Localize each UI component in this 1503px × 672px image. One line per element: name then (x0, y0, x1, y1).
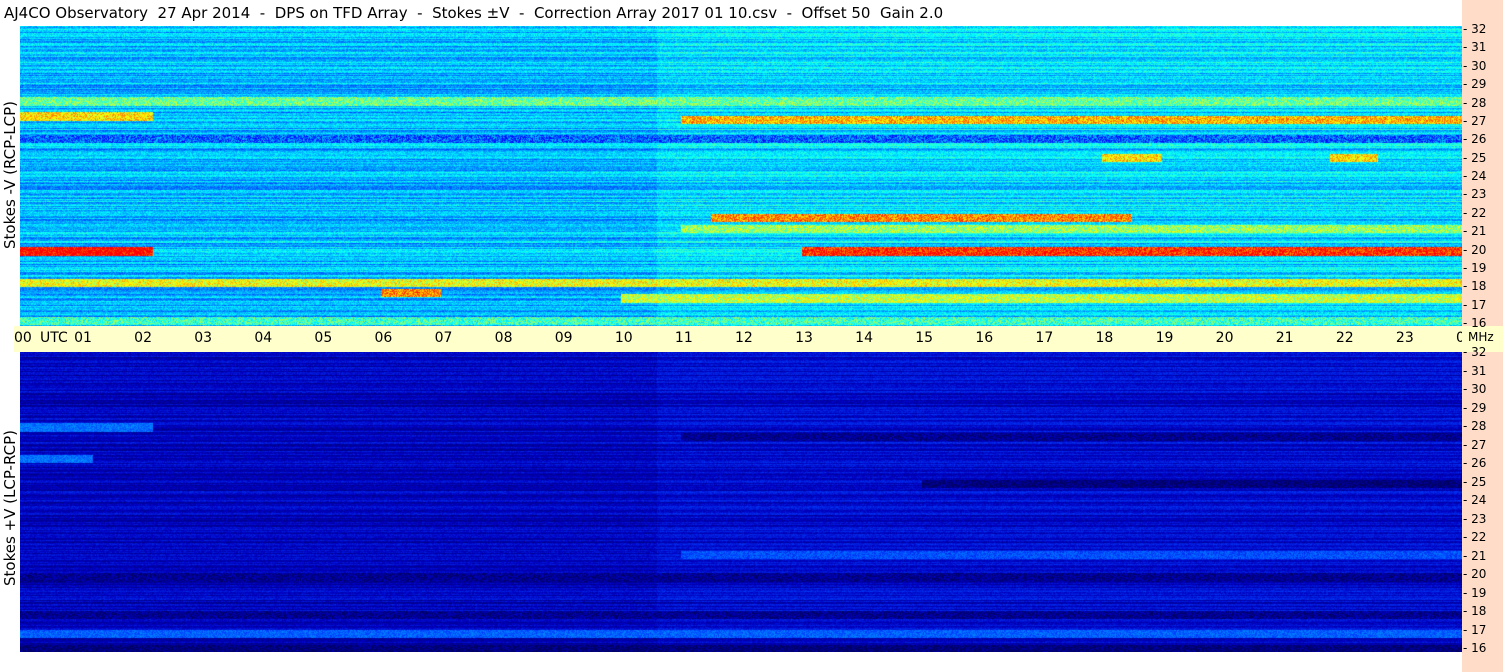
utc-time-axis: 00 01 02 03 04 05 06 07 08 09 10 11 12 13 14 15 16 17 18 19… (14, 326, 1474, 352)
utc-hour-label: 20 (1215, 330, 1234, 346)
utc-hour-label: 01 (74, 330, 92, 346)
utc-hour-label: 12 (735, 330, 753, 346)
utc-hour-label: 02 (134, 330, 152, 346)
top-mhz-tick: - 25 (1463, 150, 1487, 165)
top-mhz-tick: - 16 (1463, 316, 1487, 330)
top-mhz-tick: - 17 (1463, 297, 1487, 312)
top-mhz-tick: - 28 (1463, 95, 1487, 110)
bottom-mhz-tick: - 19 (1463, 585, 1487, 600)
utc-hour-label: 07 (434, 330, 453, 346)
bottom-mhz-tick: - 18 (1463, 604, 1487, 618)
utc-hour-label: 21 (1275, 330, 1294, 346)
bottom-mhz-tick: - 17 (1463, 622, 1487, 637)
top-mhz-tick: - 23 (1463, 187, 1487, 202)
top-panel-ylabel: Stokes -V (RCP-LCP) (1, 101, 19, 249)
utc-hour-label: 23 (1395, 330, 1414, 346)
bottom-mhz-tick: - 23 (1463, 511, 1487, 526)
bottom-mhz-tick: - 29 (1463, 400, 1487, 415)
top-mhz-tick: - 18 (1463, 279, 1487, 294)
utc-hour-label: 17 (1035, 330, 1054, 346)
top-mhz-tick: - 21 (1463, 224, 1487, 239)
bottom-mhz-tick: - 25 (1463, 474, 1487, 489)
bottom-mhz-tick: - 26 (1463, 456, 1487, 470)
bottom-mhz-tick: - 21 (1463, 548, 1487, 563)
utc-hour-label: 15 (915, 330, 934, 346)
utc-hour-label: 18 (1095, 330, 1114, 346)
top-mhz-tick: - 27 (1463, 113, 1487, 128)
bottom-mhz-tick: - 27 (1463, 437, 1487, 452)
bottom-mhz-tick: - 30 (1463, 382, 1487, 396)
utc-hour-label: 05 (314, 330, 333, 346)
chart-title: AJ4CO Observatory 27 Apr 2014 - DPS on T… (4, 4, 944, 22)
top-mhz-tick: - 26 (1463, 132, 1487, 147)
top-mhz-tick: - 19 (1463, 260, 1487, 275)
utc-hour-label: 09 (554, 330, 573, 346)
utc-hour-label: 04 (254, 330, 273, 346)
bottom-mhz-tick: - 22 (1463, 530, 1487, 544)
top-mhz-tick: - 29 (1463, 77, 1487, 92)
utc-hour-label: 22 (1335, 330, 1354, 346)
utc-hour-label: 08 (494, 330, 513, 346)
mhz-unit-label: MHz (1468, 330, 1494, 344)
utc-hour-label: 19 (1155, 330, 1174, 346)
bottom-mhz-tick: - 24 (1463, 493, 1487, 507)
stokes-plus-v-spectrogram (20, 352, 1462, 652)
bottom-mhz-tick: - 31 (1463, 363, 1487, 378)
top-mhz-tick: - 32 (1463, 22, 1487, 36)
utc-hour-label: 11 (674, 330, 693, 346)
bottom-margin (0, 652, 1462, 672)
utc-hour-label: 14 (855, 330, 873, 346)
top-mhz-tick: - 24 (1463, 169, 1487, 183)
bottom-panel-ylabel: Stokes +V (LCP-RCP) (1, 430, 19, 586)
bottom-mhz-tick: - 32 (1463, 345, 1487, 359)
bottom-mhz-tick: - 28 (1463, 419, 1487, 433)
utc-hour-label: 03 (194, 330, 213, 346)
top-mhz-tick: - 30 (1463, 58, 1487, 73)
top-mhz-tick: - 22 (1463, 205, 1487, 220)
bottom-mhz-tick: - 16 (1463, 641, 1487, 655)
utc-hour-label: 10 (614, 330, 633, 346)
bottom-mhz-tick: - 20 (1463, 567, 1487, 581)
stokes-minus-v-spectrogram (20, 26, 1462, 326)
utc-label: UTC (40, 330, 68, 346)
top-mhz-tick: - 20 (1463, 242, 1487, 257)
utc-hour-label: 16 (975, 330, 994, 346)
top-mhz-tick: - 31 (1463, 40, 1487, 55)
utc-hour-label: 00 (14, 330, 32, 346)
utc-hour-label: 06 (374, 330, 393, 346)
utc-hour-label: 13 (795, 330, 813, 346)
